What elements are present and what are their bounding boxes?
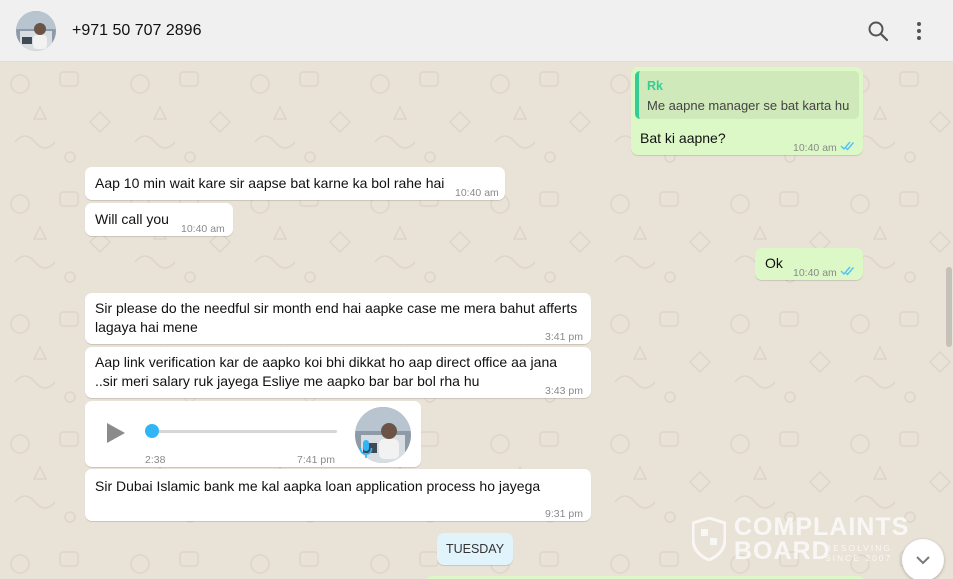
audio-progress-track[interactable] bbox=[151, 430, 337, 433]
message-text: Aap 10 min wait kare sir aapse bat karne… bbox=[95, 175, 445, 191]
message-text: Will call you bbox=[95, 211, 169, 227]
message-incoming[interactable]: Aap 10 min wait kare sir aapse bat karne… bbox=[85, 167, 505, 200]
voice-message[interactable]: 2:38 7:41 pm bbox=[85, 401, 421, 467]
watermark-line2: BOARD bbox=[734, 537, 831, 565]
message-list[interactable]: Rk Me aapne manager se bat karta hu Bat … bbox=[0, 62, 953, 579]
search-icon[interactable] bbox=[867, 20, 889, 42]
read-receipt-icon bbox=[840, 266, 855, 276]
message-incoming[interactable]: Sir Dubai Islamic bank me kal aapka loan… bbox=[85, 469, 591, 521]
microphone-icon bbox=[359, 440, 373, 458]
message-text-line: lagaya hai mene bbox=[95, 319, 198, 335]
day-divider: TUESDAY bbox=[437, 533, 513, 565]
contact-avatar[interactable] bbox=[16, 11, 56, 51]
scroll-to-bottom-button[interactable] bbox=[902, 539, 944, 579]
chat-header: +971 50 707 2896 bbox=[0, 0, 953, 62]
play-icon[interactable] bbox=[105, 421, 127, 445]
quote-author: Rk bbox=[647, 79, 663, 93]
message-time: 10:40 am bbox=[181, 223, 225, 235]
message-incoming[interactable]: Will call you 10:40 am bbox=[85, 203, 233, 236]
voice-duration: 2:38 bbox=[145, 454, 166, 466]
quoted-message[interactable]: Rk Me aapne manager se bat karta hu bbox=[635, 71, 859, 119]
watermark-tagline: RESOLVING SINCE 2007 bbox=[825, 543, 893, 563]
read-receipt-icon bbox=[840, 141, 855, 151]
message-outgoing[interactable]: Ok 10:40 am bbox=[755, 248, 863, 280]
message-time: 10:40 am bbox=[455, 187, 499, 199]
message-text-line: ..sir meri salary ruk jayega Esliye me a… bbox=[95, 373, 480, 389]
quote-text: Me aapne manager se bat karta hu bbox=[647, 98, 850, 113]
audio-scrubber-handle[interactable] bbox=[145, 424, 159, 438]
message-time: 7:41 pm bbox=[297, 454, 335, 466]
scrollbar-thumb[interactable] bbox=[946, 267, 952, 347]
message-incoming[interactable]: Aap link verification kar de aapko koi b… bbox=[85, 347, 591, 398]
chevron-down-icon bbox=[916, 556, 930, 565]
message-text: Bat ki aapne? bbox=[640, 130, 726, 146]
more-vertical-icon[interactable] bbox=[908, 20, 930, 42]
shield-icon bbox=[692, 517, 726, 561]
message-text-line: Aap link verification kar de aapko koi b… bbox=[95, 354, 558, 370]
message-time: 9:31 pm bbox=[545, 508, 583, 520]
message-text: Ok bbox=[765, 255, 783, 271]
message-text-line: Sir please do the needful sir month end … bbox=[95, 300, 578, 316]
message-incoming[interactable]: Sir please do the needful sir month end … bbox=[85, 293, 591, 344]
message-time: 3:43 pm bbox=[545, 385, 583, 397]
message-outgoing[interactable]: Rk Me aapne manager se bat karta hu Bat … bbox=[631, 67, 863, 155]
message-time: 3:41 pm bbox=[545, 331, 583, 343]
watermark-logo: COMPLAINTS BOARD RESOLVING SINCE 2007 bbox=[692, 513, 908, 565]
contact-name[interactable]: +971 50 707 2896 bbox=[72, 22, 201, 40]
message-time: 10:40 am bbox=[793, 142, 837, 154]
message-text: Sir Dubai Islamic bank me kal aapka loan… bbox=[95, 478, 541, 494]
message-time: 10:40 am bbox=[793, 267, 837, 279]
